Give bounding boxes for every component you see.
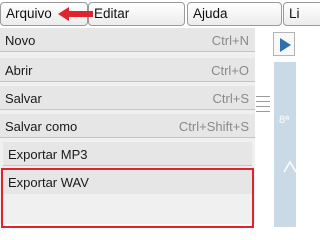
menu-li[interactable]: Li bbox=[283, 2, 320, 26]
triangle-icon bbox=[283, 160, 297, 173]
menu-ajuda[interactable]: Ajuda bbox=[187, 2, 282, 26]
menu-lines-icon bbox=[256, 92, 270, 112]
menu-item-label: Abrir bbox=[5, 63, 33, 78]
menu-item-label: Salvar bbox=[5, 91, 42, 106]
menu-item-salvar[interactable]: Salvar Ctrl+S bbox=[0, 86, 255, 110]
play-button[interactable] bbox=[273, 32, 295, 56]
annotation-arrow-icon bbox=[58, 7, 93, 21]
menu-bar: Arquivo Editar Ajuda Li bbox=[0, 0, 320, 28]
menu-item-label: Salvar como bbox=[5, 119, 78, 134]
arquivo-dropdown-menu: Novo Ctrl+N Abrir Ctrl+O Salvar Ctrl+S S… bbox=[0, 28, 255, 228]
menu-item-abrir[interactable]: Abrir Ctrl+O bbox=[0, 58, 255, 82]
menu-item-shortcut: Ctrl+S bbox=[212, 91, 249, 106]
staff-area bbox=[274, 62, 296, 227]
menu-item-label: Novo bbox=[5, 33, 36, 48]
menu-item-shortcut: Ctrl+N bbox=[211, 33, 249, 48]
menu-editar[interactable]: Editar bbox=[88, 2, 185, 26]
menu-item-salvar-como[interactable]: Salvar como Ctrl+Shift+S bbox=[0, 114, 255, 138]
menu-item-shortcut: Ctrl+O bbox=[211, 63, 249, 78]
ordinal-label: 8ª bbox=[279, 114, 290, 126]
play-icon bbox=[280, 38, 291, 52]
menu-item-shortcut: Ctrl+Shift+S bbox=[178, 119, 249, 134]
annotation-highlight-box bbox=[1, 168, 254, 228]
menu-item-novo[interactable]: Novo Ctrl+N bbox=[0, 28, 255, 52]
menu-item-exportar-mp3[interactable]: Exportar MP3 bbox=[3, 142, 252, 166]
menu-item-label: Exportar MP3 bbox=[8, 147, 88, 162]
